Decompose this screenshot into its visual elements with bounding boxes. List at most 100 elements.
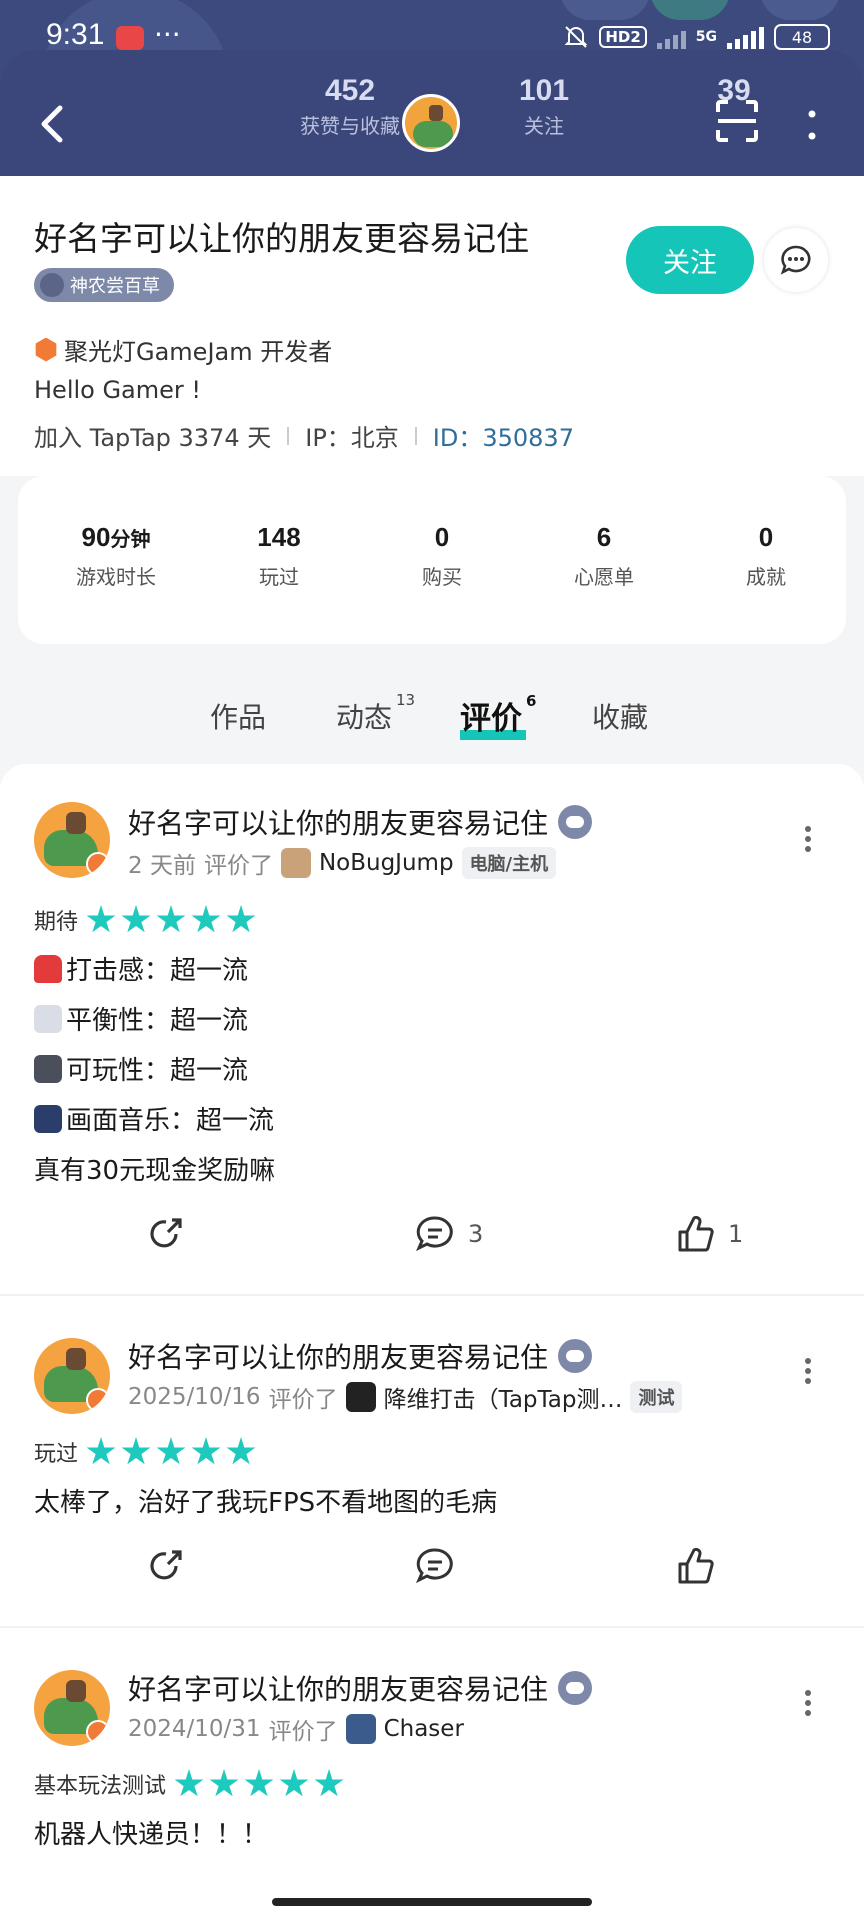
comment-count: 3 [468, 1220, 484, 1248]
profile-card: 好名字可以让你的朋友更容易记住 神农尝百草 关注 聚光灯GameJam 开发者 … [0, 176, 864, 476]
star-icon [314, 1769, 344, 1797]
signal-icon [727, 25, 764, 49]
message-button[interactable] [764, 228, 828, 292]
stat-purchased[interactable]: 0 购买 [372, 522, 512, 590]
stat-playtime[interactable]: 90分钟 游戏时长 [46, 522, 186, 590]
header-avatar [402, 94, 460, 152]
profile-tabs: 作品 动态13 评价6 收藏 [0, 690, 864, 740]
review-author-name: 好名字可以让你的朋友更容易记住 [128, 807, 549, 840]
more-vertical-icon[interactable] [804, 1690, 812, 1716]
gamepad-emoji-icon [34, 1054, 62, 1083]
thumbs-up-icon [678, 1547, 714, 1584]
star-icon [86, 905, 116, 933]
review-author[interactable]: 好名字可以让你的朋友更容易记住 [128, 802, 593, 842]
stats-card: 90分钟 游戏时长 148 玩过 0 购买 6 心愿单 0 成就 [18, 476, 846, 644]
comment-icon [416, 1216, 453, 1252]
review-line-text: 打击感：超一流 [66, 956, 249, 986]
star-icon [156, 1437, 186, 1465]
boxing-glove-icon [34, 954, 62, 983]
platform-tag: 电脑/主机 [461, 847, 557, 879]
game-name[interactable]: 降维打击（TapTap测… [384, 1380, 623, 1414]
header-row: 452 获赞与收藏 101 关注 39 [0, 74, 864, 174]
tab-favorites[interactable]: 收藏 [592, 696, 648, 736]
review-verb: 评价了 [203, 853, 273, 879]
game-name[interactable]: NoBugJump [319, 850, 454, 876]
back-arrow-icon[interactable] [36, 102, 72, 146]
like-button[interactable] [676, 1546, 716, 1586]
review-meta: 2025/10/16 评价了 降维打击（TapTap测… 测试 [128, 1380, 683, 1414]
avatar[interactable] [34, 1670, 110, 1746]
review-line-text: 画面音乐：超一流 [66, 1106, 275, 1136]
review-line: 太棒了，治好了我玩FPS不看地图的毛病 [34, 1482, 497, 1519]
star-rating [86, 905, 256, 935]
stat-num: 6 [596, 522, 612, 552]
joined-days: 加入 TapTap 3374 天 [34, 424, 272, 452]
review-author[interactable]: 好名字可以让你的朋友更容易记住 [128, 1668, 593, 1708]
review-author-name: 好名字可以让你的朋友更容易记住 [128, 1673, 549, 1706]
profile-name: 好名字可以让你的朋友更容易记住 [34, 219, 529, 258]
stat-achievements[interactable]: 0 成就 [696, 522, 836, 590]
avatar[interactable] [34, 802, 110, 878]
home-indicator[interactable] [272, 1898, 592, 1906]
profile-badge[interactable]: 神农尝百草 [34, 268, 174, 302]
balance-scale-icon [34, 1004, 62, 1033]
more-vertical-icon[interactable] [804, 826, 812, 852]
profile-badge-label: 神农尝百草 [70, 276, 160, 297]
spotlight-badge[interactable]: 聚光灯GameJam 开发者 [34, 332, 332, 367]
game-thumbnail[interactable] [345, 1714, 376, 1744]
divider [287, 426, 290, 445]
review-author[interactable]: 好名字可以让你的朋友更容易记住 [128, 1336, 593, 1376]
profile-meta: 加入 TapTap 3374 天 IP：北京 ID：350837 [34, 418, 574, 453]
like-count: 1 [728, 1220, 744, 1248]
game-thumbnail[interactable] [345, 1382, 376, 1412]
avatar-badge-icon [86, 1388, 110, 1412]
follow-button[interactable]: 关注 [626, 226, 754, 294]
more-vertical-icon[interactable] [804, 1358, 812, 1384]
stat-label: 成就 [746, 565, 786, 589]
share-button[interactable] [146, 1546, 186, 1586]
share-icon [150, 1550, 182, 1580]
comment-button[interactable] [414, 1546, 456, 1586]
gamepad-icon [40, 273, 64, 297]
avatar[interactable] [34, 1338, 110, 1414]
stat-unit: 分钟 [110, 529, 151, 551]
stat-played[interactable]: 148 玩过 [209, 522, 349, 590]
header-stat-following[interactable]: 101 关注 [484, 74, 604, 139]
thumbs-up-icon [678, 1215, 714, 1252]
header-stat-likes[interactable]: 452 获赞与收藏 [290, 74, 410, 139]
review-card: 好名字可以让你的朋友更容易记住 2024/10/31 评价了 Chaser 基本… [0, 1628, 864, 1920]
more-vertical-icon[interactable] [808, 110, 816, 140]
ip-location: IP：北京 [305, 424, 399, 452]
night-scene-icon [34, 1104, 62, 1133]
tab-posts[interactable]: 动态13 [336, 691, 415, 736]
comment-button[interactable]: 3 [414, 1214, 483, 1254]
star-icon [121, 1437, 151, 1465]
stat-wishlist[interactable]: 6 心愿单 [534, 522, 674, 590]
like-button[interactable]: 1 [676, 1214, 743, 1254]
tab-works[interactable]: 作品 [210, 696, 266, 736]
gamepad-icon [558, 1339, 593, 1373]
rating-label: 期待 [34, 910, 79, 935]
star-icon [226, 905, 256, 933]
share-button[interactable] [146, 1214, 186, 1254]
game-thumbnail[interactable] [280, 848, 311, 878]
header-stat-label: 关注 [524, 114, 564, 138]
star-icon [156, 905, 186, 933]
tab-label: 作品 [210, 701, 267, 734]
star-icon [191, 1437, 221, 1465]
game-name[interactable]: Chaser [384, 1716, 464, 1742]
review-rating: 期待 [34, 904, 256, 936]
status-time: 9:31 [46, 18, 105, 51]
stat-label: 玩过 [259, 565, 299, 589]
review-card: 好名字可以让你的朋友更容易记住 2 天前 评价了 NoBugJump 电脑/主机… [0, 764, 864, 1294]
scan-icon[interactable] [716, 100, 758, 142]
user-id[interactable]: ID：350837 [433, 418, 574, 453]
star-icon [191, 905, 221, 933]
star-icon [226, 1437, 256, 1465]
divider [414, 426, 417, 445]
star-icon [244, 1769, 274, 1797]
tab-reviews[interactable]: 评价6 [460, 692, 536, 740]
stat-label: 购买 [422, 565, 462, 589]
profile-bio: Hello Gamer ! [34, 376, 202, 404]
tab-label: 评价 [460, 701, 522, 737]
